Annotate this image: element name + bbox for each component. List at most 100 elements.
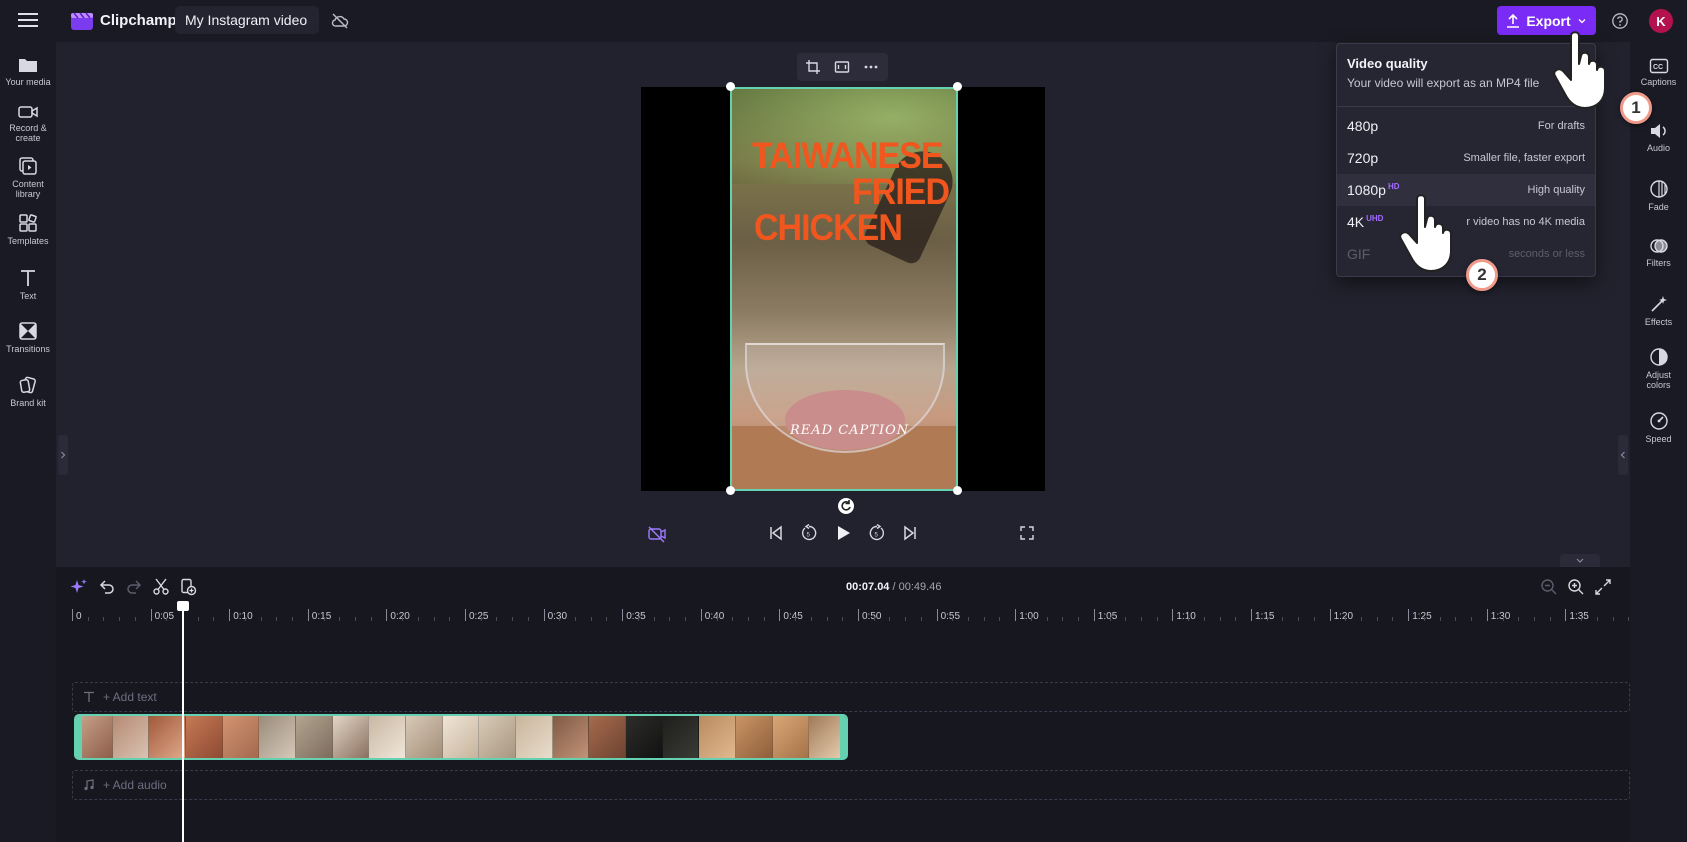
- sidebar-item-speed[interactable]: Speed: [1630, 411, 1687, 444]
- zoom-out-icon[interactable]: [1540, 578, 1558, 596]
- sidebar-item-audio[interactable]: Audio: [1630, 122, 1687, 153]
- total-time: / 00:49.46: [892, 581, 942, 593]
- sidebar-item-label-2: library: [15, 189, 41, 199]
- ruler-minor-tick: [166, 617, 168, 621]
- sidebar-item-brand-kit[interactable]: Brand kit: [0, 375, 56, 408]
- fit-timeline-icon[interactable]: [1594, 578, 1612, 596]
- ruler-minor-tick: [1046, 617, 1048, 621]
- transitions-icon: [19, 322, 37, 340]
- rewind-5-icon[interactable]: 5: [800, 524, 818, 542]
- expand-left-panel-handle[interactable]: [58, 435, 68, 475]
- clip-thumbnail: [626, 716, 663, 758]
- quality-option-4k[interactable]: 4K UHD r video has no 4K media: [1337, 206, 1595, 238]
- project-title-input[interactable]: My Instagram video: [175, 6, 319, 34]
- zoom-in-icon[interactable]: [1567, 578, 1585, 596]
- sidebar-item-content-library[interactable]: Content library: [0, 156, 56, 199]
- magic-sparkle-icon[interactable]: [70, 578, 88, 596]
- sidebar-item-label: Captions: [1640, 77, 1677, 87]
- ruler-minor-tick: [590, 617, 592, 621]
- audio-icon: [1650, 124, 1666, 138]
- help-icon[interactable]: [1611, 12, 1629, 30]
- sidebar-item-text[interactable]: Text: [0, 268, 56, 301]
- sidebar-item-templates[interactable]: Templates: [0, 213, 56, 246]
- right-sidebar: CC Captions Audio Fade Filters Effects A…: [1630, 42, 1687, 842]
- fullscreen-icon[interactable]: [1020, 526, 1034, 540]
- ruler-minor-tick: [1518, 617, 1520, 621]
- play-icon[interactable]: [834, 524, 852, 542]
- audio-track-dropzone[interactable]: + Add audio: [72, 770, 1630, 800]
- ruler-minor-tick: [244, 617, 246, 621]
- expand-right-panel-handle[interactable]: [1618, 435, 1628, 475]
- clip-trim-handle-left[interactable]: [76, 716, 82, 758]
- auto-compose-icon[interactable]: [647, 524, 667, 544]
- resize-handle-top-right[interactable]: [953, 82, 962, 91]
- hamburger-menu-icon[interactable]: [18, 12, 38, 30]
- sidebar-item-label: Audio: [1646, 143, 1671, 153]
- ruler-minor-tick: [1549, 617, 1551, 621]
- redo-icon[interactable]: [125, 578, 143, 596]
- clip-thumbnail: [259, 716, 297, 758]
- sidebar-item-label-2: colors: [1646, 380, 1671, 390]
- ruler-minor-tick: [354, 617, 356, 621]
- ruler-label: 1:15: [1255, 611, 1275, 622]
- ruler-minor-tick: [716, 617, 718, 621]
- sidebar-item-record-create[interactable]: Record & create: [0, 104, 56, 143]
- ruler-label: 0:35: [626, 611, 646, 622]
- quality-option-720p[interactable]: 720p Smaller file, faster export: [1337, 142, 1595, 174]
- text-track-dropzone[interactable]: + Add text: [72, 682, 1630, 712]
- ruler-minor-tick: [134, 617, 136, 621]
- ruler-minor-tick: [1345, 617, 1347, 621]
- resize-handle-top-left[interactable]: [726, 82, 735, 91]
- fit-frame-icon[interactable]: [834, 59, 850, 75]
- ruler-tick: [700, 609, 702, 621]
- quality-option-480p[interactable]: 480p For drafts: [1337, 110, 1595, 142]
- add-clip-icon[interactable]: [179, 578, 197, 596]
- clip-trim-handle-right[interactable]: [840, 716, 846, 758]
- cloud-off-icon[interactable]: [331, 12, 349, 30]
- sidebar-item-captions[interactable]: CC Captions: [1630, 58, 1687, 87]
- ruler-label: 0:20: [390, 611, 410, 622]
- ruler-minor-tick: [1581, 617, 1583, 621]
- undo-icon[interactable]: [98, 578, 116, 596]
- ruler-minor-tick: [1203, 617, 1205, 621]
- sidebar-item-adjust-colors[interactable]: Adjust colors: [1630, 347, 1687, 390]
- chevron-right-icon: [61, 451, 66, 459]
- ruler-minor-tick: [1502, 617, 1504, 621]
- ruler-minor-tick: [920, 617, 922, 621]
- ruler-label: 0:55: [940, 611, 961, 622]
- ruler-minor-tick: [826, 617, 828, 621]
- ruler-minor-tick: [87, 617, 89, 621]
- raw-chicken: [785, 390, 905, 450]
- quality-option-gif[interactable]: GIF seconds or less: [1337, 238, 1595, 270]
- ruler-minor-tick: [1062, 617, 1064, 621]
- sidebar-item-filters[interactable]: Filters: [1630, 237, 1687, 268]
- captions-icon: CC: [1649, 58, 1668, 74]
- skip-forward-icon[interactable]: [902, 525, 918, 541]
- ruler-minor-tick: [1298, 617, 1300, 621]
- skip-back-icon[interactable]: [768, 525, 784, 541]
- video-clip-track[interactable]: [74, 714, 848, 760]
- sidebar-item-transitions[interactable]: Transitions: [0, 321, 56, 354]
- crop-icon[interactable]: [805, 59, 821, 75]
- sidebar-item-your-media[interactable]: Your media: [0, 56, 56, 87]
- sidebar-item-fade[interactable]: Fade: [1630, 179, 1687, 212]
- ruler-minor-tick: [1140, 617, 1142, 621]
- clip-thumbnail: [736, 716, 773, 758]
- sidebar-item-effects[interactable]: Effects: [1630, 294, 1687, 327]
- collapse-timeline-handle[interactable]: [1560, 554, 1600, 567]
- resize-handle-bottom-left[interactable]: [726, 486, 735, 495]
- ruler-tick: [1329, 609, 1331, 621]
- scissors-icon[interactable]: [152, 578, 170, 596]
- more-options-icon[interactable]: [863, 59, 879, 75]
- rotate-handle[interactable]: [838, 498, 854, 514]
- forward-5-icon[interactable]: 5: [868, 524, 886, 542]
- playhead[interactable]: [182, 605, 184, 842]
- quality-option-1080p[interactable]: 1080p HD High quality: [1337, 174, 1595, 206]
- ruler-tick: [543, 609, 545, 621]
- ruler-minor-tick: [669, 617, 671, 621]
- ruler-minor-tick: [905, 617, 907, 621]
- user-avatar[interactable]: K: [1649, 9, 1673, 33]
- adjust-colors-icon: [1649, 348, 1668, 366]
- clip-thumbnail: [332, 716, 370, 758]
- resize-handle-bottom-right[interactable]: [953, 486, 962, 495]
